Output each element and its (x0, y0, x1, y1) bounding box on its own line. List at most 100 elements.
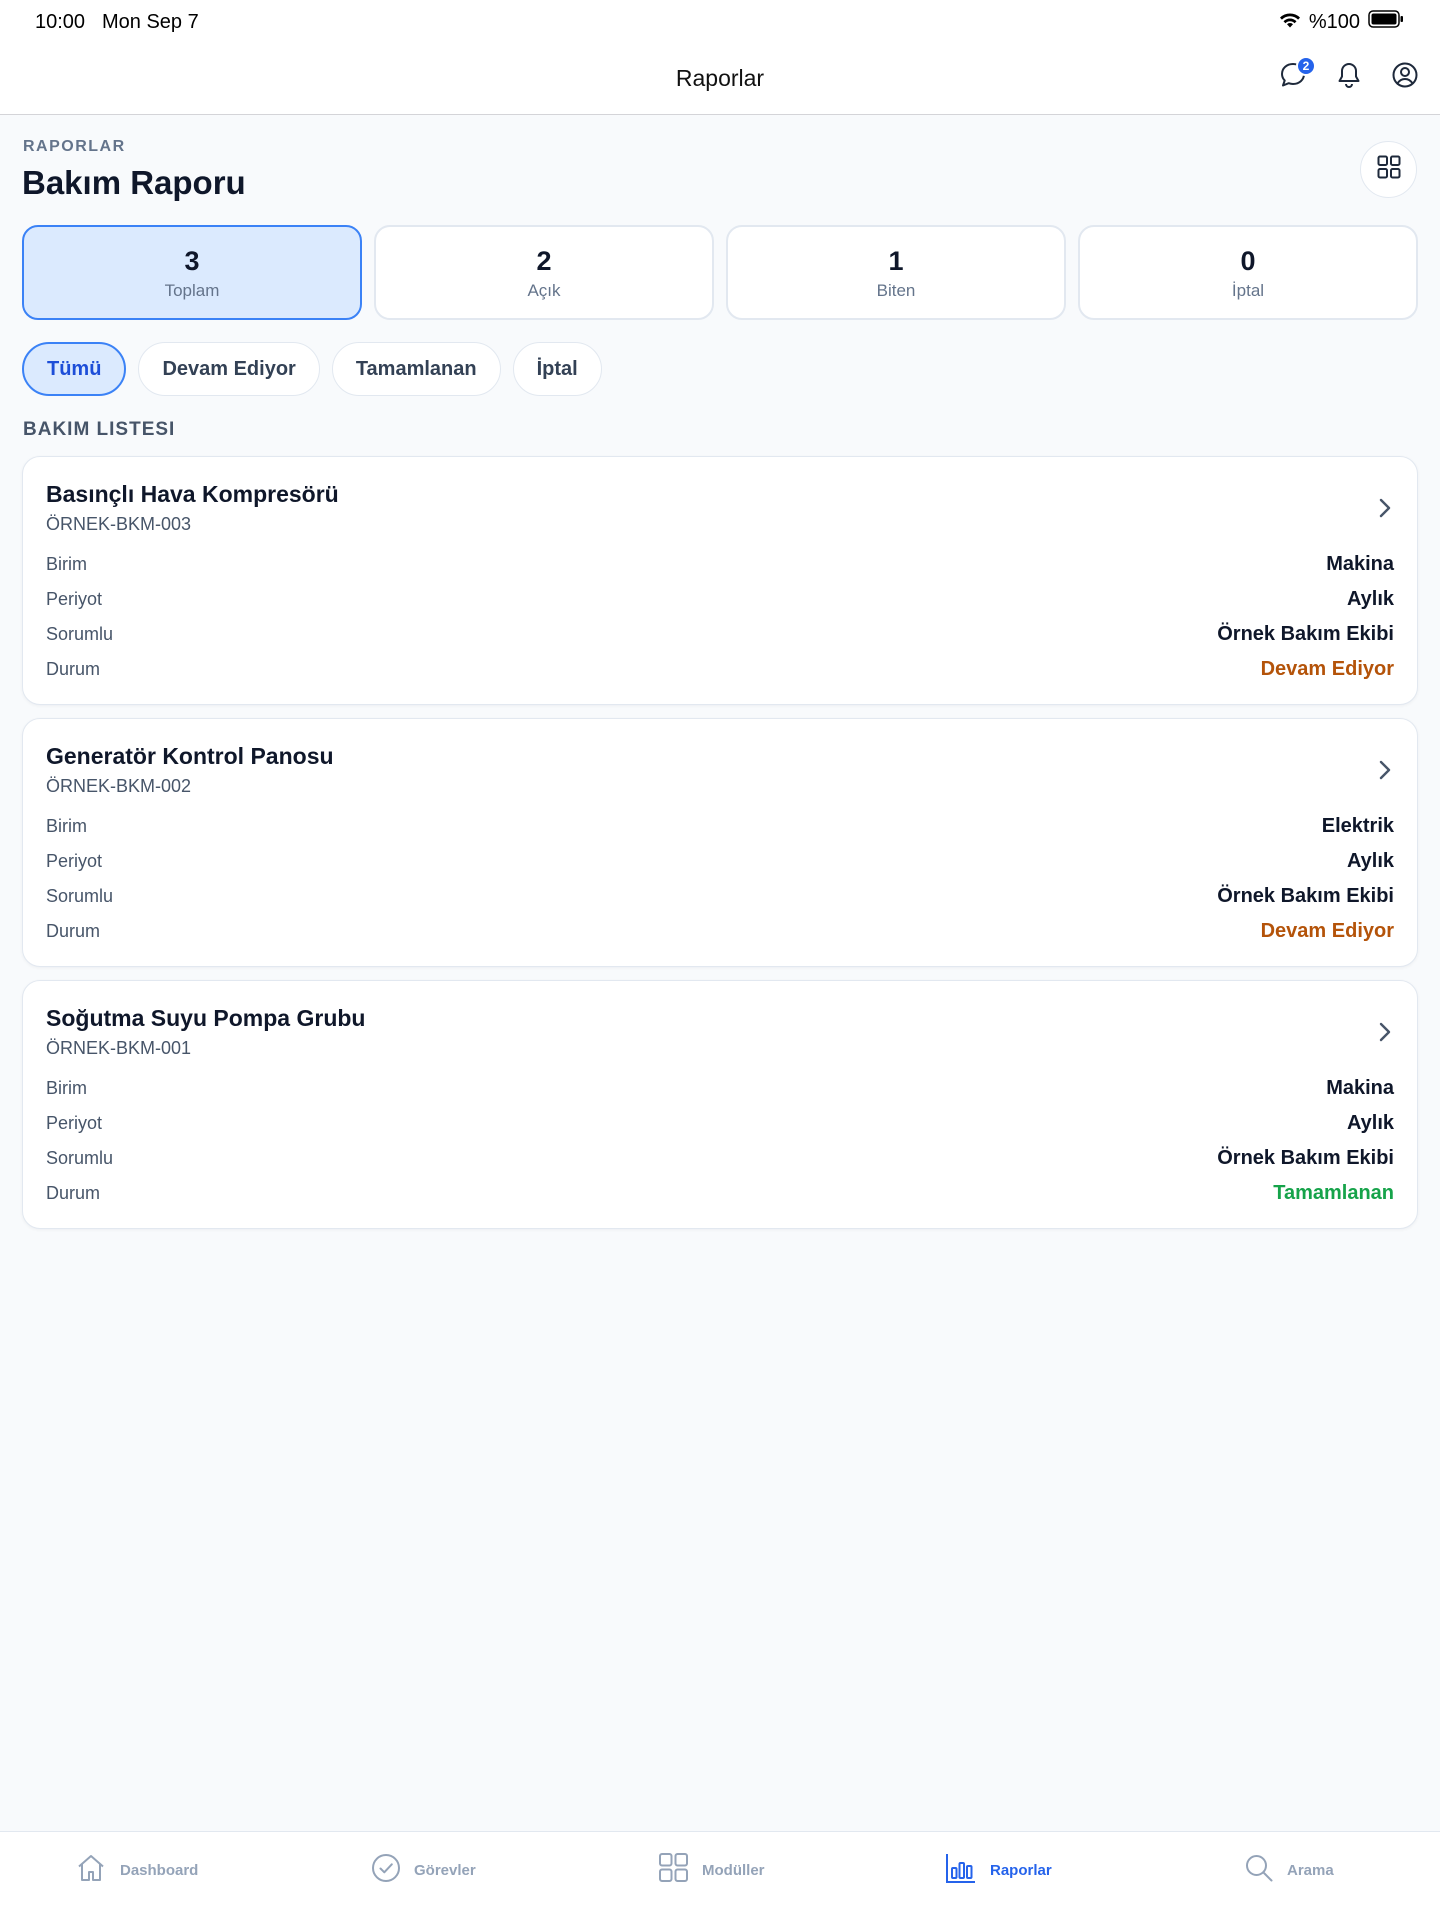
search-icon (1243, 1852, 1275, 1889)
filter-chip-in-progress[interactable]: Devam Ediyor (138, 342, 320, 396)
field-value: Makina (1326, 552, 1394, 575)
field-row-owner: Sorumlu Örnek Bakım Ekibi (46, 883, 1394, 909)
card-title: Generatör Kontrol Panosu (46, 743, 334, 769)
bell-icon (1335, 60, 1363, 95)
stat-card-finished[interactable]: 1 Biten (726, 225, 1066, 320)
stat-label: Açık (527, 280, 561, 300)
messages-button[interactable]: 2 (1276, 56, 1316, 94)
field-row-unit: Birim Makina (46, 551, 1394, 577)
tab-modules[interactable]: Modüller (657, 1852, 765, 1888)
check-circle-icon (370, 1852, 402, 1889)
field-value: Örnek Bakım Ekibi (1217, 884, 1394, 907)
stat-card-cancelled[interactable]: 0 İptal (1078, 225, 1418, 320)
list-section-title: BAKIM LISTESI (23, 419, 176, 440)
field-value: Örnek Bakım Ekibi (1217, 622, 1394, 645)
tab-dashboard[interactable]: Dashboard (74, 1852, 198, 1888)
field-row-status: Durum Devam Ediyor (46, 918, 1394, 944)
field-row-period: Periyot Aylık (46, 586, 1394, 612)
battery-icon (1368, 10, 1404, 34)
field-value: Makina (1326, 1076, 1394, 1099)
field-label: Durum (46, 658, 101, 679)
filter-chip-completed[interactable]: Tamamlanan (331, 342, 501, 396)
stat-card-open[interactable]: 2 Açık (374, 225, 714, 320)
user-circle-icon (1391, 61, 1419, 94)
profile-button[interactable] (1388, 60, 1422, 94)
field-label: Durum (46, 920, 101, 941)
bar-chart-icon (944, 1851, 978, 1890)
filter-chip-all[interactable]: Tümü (22, 342, 127, 396)
status-value: Tamamlanan (1273, 1181, 1394, 1204)
field-value: Aylık (1346, 1111, 1394, 1134)
maintenance-card[interactable]: Generatör Kontrol Panosu ÖRNEK-BKM-002 B… (22, 718, 1418, 967)
card-title: Basınçlı Hava Kompresörü (46, 481, 339, 507)
navigation-bar: Raporlar 2 (0, 44, 1440, 115)
page-title: Bakım Raporu (22, 164, 246, 201)
messages-badge: 2 (1296, 56, 1316, 76)
stat-label: Biten (876, 280, 916, 300)
maintenance-card[interactable]: Soğutma Suyu Pompa Grubu ÖRNEK-BKM-001 B… (22, 980, 1418, 1229)
tab-tasks[interactable]: Görevler (370, 1852, 476, 1888)
field-value: Elektrik (1321, 814, 1394, 837)
field-label: Periyot (46, 588, 103, 609)
field-value: Aylık (1346, 849, 1394, 872)
status-value: Devam Ediyor (1260, 657, 1394, 680)
field-row-unit: Birim Makina (46, 1075, 1394, 1101)
card-code: ÖRNEK-BKM-001 (46, 1038, 192, 1058)
nav-title: Raporlar (675, 65, 765, 91)
tab-label: Dashboard (120, 1861, 199, 1879)
card-code: ÖRNEK-BKM-003 (46, 514, 192, 534)
tab-label: Arama (1287, 1861, 1334, 1879)
field-label: Sorumlu (46, 623, 114, 644)
stat-label: İptal (1231, 280, 1265, 300)
field-label: Periyot (46, 850, 103, 871)
grid-icon (1375, 153, 1403, 186)
nav-actions: 2 (1276, 56, 1422, 94)
field-row-period: Periyot Aylık (46, 1110, 1394, 1136)
chevron-right-icon (1377, 495, 1393, 526)
stat-value: 0 (1240, 245, 1256, 276)
notifications-button[interactable] (1332, 60, 1366, 94)
field-row-status: Durum Devam Ediyor (46, 656, 1394, 682)
chevron-right-icon (1377, 1019, 1393, 1050)
tab-reports[interactable]: Raporlar (944, 1852, 1052, 1888)
view-toggle-button[interactable] (1360, 141, 1417, 198)
field-value: Aylık (1346, 587, 1394, 610)
field-label: Periyot (46, 1112, 103, 1133)
stat-label: Toplam (164, 280, 220, 300)
status-time: 10:00 (35, 11, 86, 33)
wifi-icon (1279, 11, 1301, 34)
tab-search[interactable]: Arama (1243, 1852, 1334, 1888)
field-row-owner: Sorumlu Örnek Bakım Ekibi (46, 621, 1394, 647)
field-row-owner: Sorumlu Örnek Bakım Ekibi (46, 1145, 1394, 1171)
stats-row: 3 Toplam 2 Açık 1 Biten 0 İptal (22, 225, 1418, 320)
field-label: Sorumlu (46, 885, 114, 906)
status-bar: 10:00 Mon Sep 7 %100 (0, 0, 1440, 44)
battery-percent: %100 (1308, 10, 1360, 33)
tab-label: Modüller (702, 1861, 765, 1879)
page-eyebrow: RAPORLAR (23, 138, 126, 155)
tab-bar: Dashboard Görevler Modüller Raporlar Ara… (0, 1831, 1440, 1920)
card-title: Soğutma Suyu Pompa Grubu (46, 1005, 366, 1031)
field-label: Birim (46, 553, 87, 574)
filter-chip-cancelled[interactable]: İptal (512, 342, 602, 396)
stat-value: 1 (888, 245, 904, 276)
field-row-status: Durum Tamamlanan (46, 1180, 1394, 1206)
field-label: Durum (46, 1182, 101, 1203)
field-row-unit: Birim Elektrik (46, 813, 1394, 839)
field-row-period: Periyot Aylık (46, 848, 1394, 874)
status-date: Mon Sep 7 (102, 11, 199, 33)
field-value: Örnek Bakım Ekibi (1217, 1146, 1394, 1169)
maintenance-card[interactable]: Basınçlı Hava Kompresörü ÖRNEK-BKM-003 B… (22, 456, 1418, 705)
field-label: Birim (46, 815, 87, 836)
field-label: Birim (46, 1077, 87, 1098)
filter-chips: Tümü Devam Ediyor Tamamlanan İptal (22, 342, 602, 396)
status-right: %100 (1279, 10, 1404, 34)
chevron-right-icon (1377, 757, 1393, 788)
card-code: ÖRNEK-BKM-002 (46, 776, 192, 796)
home-icon (74, 1851, 108, 1890)
tab-label: Görevler (414, 1861, 476, 1879)
status-value: Devam Ediyor (1260, 919, 1394, 942)
stat-card-total[interactable]: 3 Toplam (22, 225, 362, 320)
grid-icon (657, 1851, 690, 1889)
field-label: Sorumlu (46, 1147, 114, 1168)
